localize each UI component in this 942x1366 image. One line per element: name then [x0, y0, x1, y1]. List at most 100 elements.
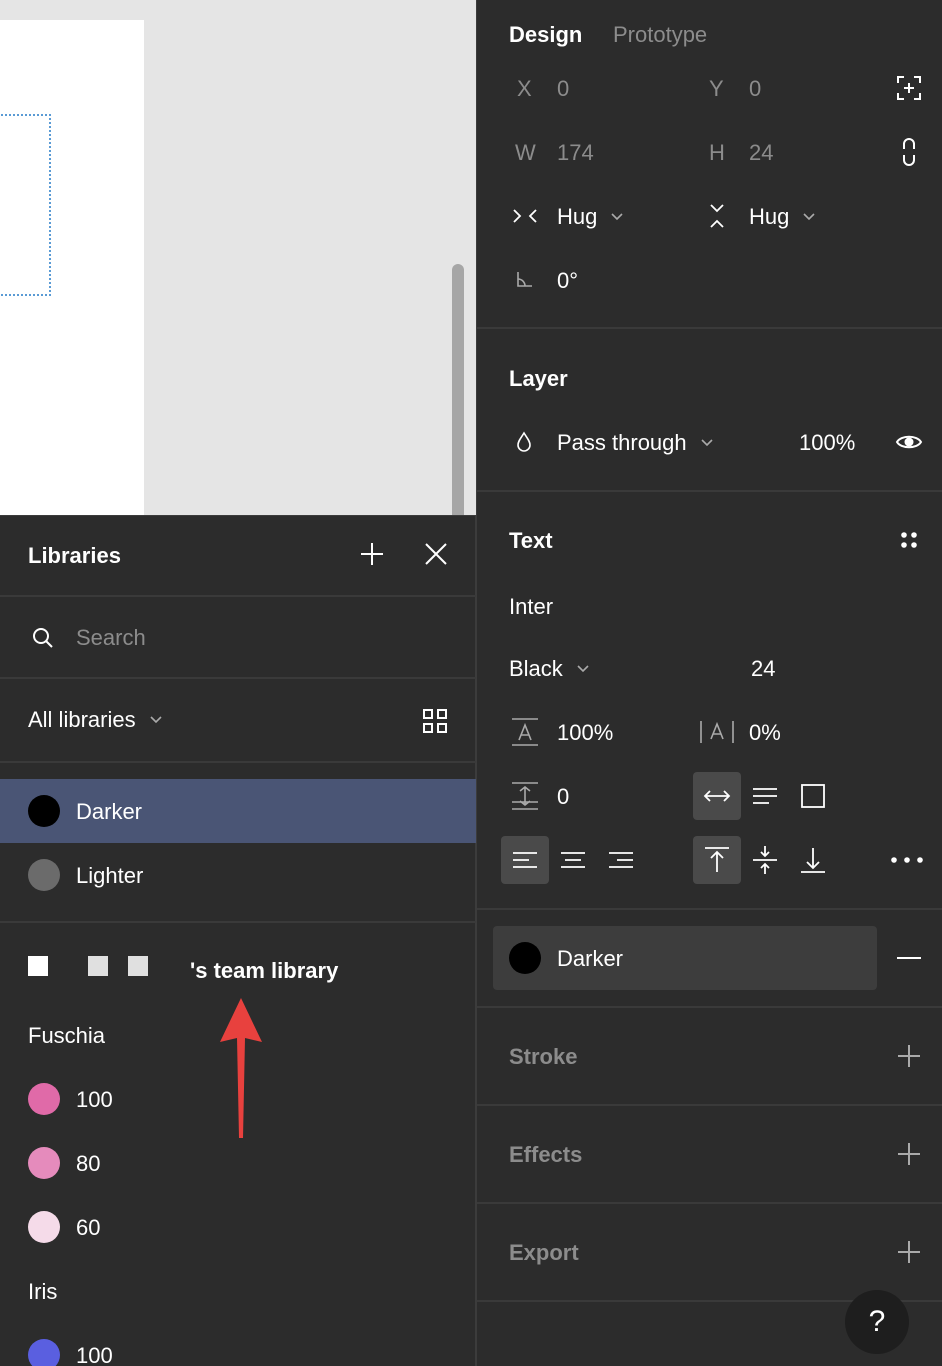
- font-family-select[interactable]: Inter: [509, 594, 553, 620]
- libraries-panel: Libraries Search All libraries Darker Li…: [0, 515, 476, 1366]
- width-mode-dropdown[interactable]: Hug: [557, 204, 623, 230]
- fixed-size-icon[interactable]: [789, 772, 837, 820]
- text-title: Text: [509, 528, 553, 553]
- auto-height-icon[interactable]: [741, 772, 789, 820]
- chevron-down-icon: [803, 213, 815, 221]
- grid-view-icon[interactable]: [420, 706, 450, 736]
- chevron-down-icon: [701, 439, 713, 447]
- paragraph-spacing-icon: [509, 780, 541, 812]
- group-label-fuschia: Fuschia: [28, 1023, 106, 1048]
- library-filter-dropdown[interactable]: All libraries: [28, 707, 162, 733]
- team-avatar: [128, 956, 148, 976]
- search-icon: [30, 625, 56, 651]
- align-center-icon[interactable]: [549, 836, 597, 884]
- style-label: 80: [76, 1151, 101, 1176]
- align-right-icon[interactable]: [597, 836, 645, 884]
- add-library-icon[interactable]: [358, 540, 386, 568]
- y-input[interactable]: 0: [749, 76, 761, 102]
- annotation-arrow-icon: [220, 998, 262, 1138]
- opacity-input[interactable]: 100%: [799, 430, 855, 456]
- blend-mode-icon: [513, 430, 535, 454]
- add-export-icon[interactable]: [895, 1238, 923, 1266]
- color-swatch: [28, 1339, 60, 1366]
- selection-box[interactable]: [0, 114, 51, 296]
- effects-title: Effects: [509, 1142, 583, 1167]
- fill-color-swatch: [509, 942, 541, 974]
- search-input[interactable]: Search: [76, 625, 146, 651]
- color-style-row[interactable]: 100: [0, 1323, 476, 1366]
- style-row-lighter[interactable]: Lighter: [0, 843, 476, 907]
- color-swatch: [28, 1211, 60, 1243]
- more-options-icon[interactable]: [889, 846, 925, 874]
- w-label: W: [515, 140, 536, 165]
- blend-mode-label: Pass through: [557, 430, 687, 455]
- search-field[interactable]: Search: [0, 597, 476, 677]
- tab-prototype[interactable]: Prototype: [613, 22, 707, 48]
- libraries-title: Libraries: [28, 543, 121, 568]
- auto-width-icon[interactable]: [693, 772, 741, 820]
- w-input[interactable]: 174: [557, 140, 594, 166]
- style-label: Lighter: [76, 863, 144, 888]
- horizontal-resizing-icon: [511, 204, 539, 228]
- width-mode-label: Hug: [557, 204, 598, 229]
- font-weight-label: Black: [509, 656, 563, 681]
- rotation-input[interactable]: 0°: [557, 268, 578, 294]
- y-label: Y: [709, 76, 724, 101]
- add-stroke-icon[interactable]: [895, 1042, 923, 1070]
- style-label: 100: [76, 1343, 113, 1366]
- h-label: H: [709, 140, 725, 165]
- font-weight-dropdown[interactable]: Black: [509, 656, 589, 682]
- letter-spacing-icon: [699, 716, 735, 748]
- team-library-title[interactable]: 's team library: [190, 958, 338, 984]
- style-row-darker[interactable]: Darker: [0, 779, 476, 843]
- font-size-input[interactable]: 24: [751, 656, 775, 682]
- fill-style-row[interactable]: Darker: [493, 926, 877, 990]
- paragraph-spacing-input[interactable]: 0: [557, 784, 569, 810]
- color-swatch: [28, 1083, 60, 1115]
- constrain-proportions-icon[interactable]: [897, 136, 921, 168]
- canvas[interactable]: [0, 0, 476, 515]
- color-style-row[interactable]: 60: [0, 1195, 476, 1259]
- design-panel: Design Prototype X 0 Y 0 W 174 H 24 Hug …: [476, 0, 942, 1366]
- add-effect-icon[interactable]: [895, 1140, 923, 1168]
- style-label: Darker: [76, 799, 143, 824]
- color-swatch: [28, 859, 60, 891]
- help-button[interactable]: ?: [845, 1290, 909, 1354]
- align-bottom-icon[interactable]: [789, 836, 837, 884]
- team-avatar: [88, 956, 108, 976]
- team-avatar: [28, 956, 48, 976]
- remove-fill-icon[interactable]: [895, 944, 923, 972]
- h-input[interactable]: 24: [749, 140, 773, 166]
- height-mode-label: Hug: [749, 204, 790, 229]
- layer-title: Layer: [509, 366, 568, 391]
- eye-icon[interactable]: [893, 428, 925, 456]
- vertical-resizing-icon: [705, 202, 729, 230]
- library-filter-label: All libraries: [28, 707, 136, 732]
- stroke-title: Stroke: [509, 1044, 578, 1069]
- tab-design[interactable]: Design: [509, 22, 582, 48]
- fill-style-name: Darker: [557, 946, 624, 971]
- align-left-icon[interactable]: [501, 836, 549, 884]
- blend-mode-dropdown[interactable]: Pass through: [557, 430, 713, 456]
- close-icon[interactable]: [422, 540, 450, 568]
- color-swatch: [28, 1147, 60, 1179]
- align-top-icon[interactable]: [693, 836, 741, 884]
- chevron-down-icon: [611, 213, 623, 221]
- style-label: 100: [76, 1087, 113, 1112]
- absolute-position-icon[interactable]: [895, 74, 923, 102]
- x-label: X: [517, 76, 532, 101]
- group-label-iris: Iris: [28, 1279, 58, 1304]
- x-input[interactable]: 0: [557, 76, 569, 102]
- align-middle-icon[interactable]: [741, 836, 789, 884]
- line-height-icon: [509, 716, 541, 748]
- color-swatch: [28, 795, 60, 827]
- canvas-scrollbar[interactable]: [452, 264, 464, 515]
- letter-spacing-input[interactable]: 0%: [749, 720, 781, 746]
- style-label: 60: [76, 1215, 101, 1240]
- line-height-input[interactable]: 100%: [557, 720, 613, 746]
- rotation-icon: [513, 268, 535, 290]
- text-styles-icon[interactable]: [895, 526, 923, 554]
- chevron-down-icon: [577, 665, 589, 673]
- chevron-down-icon: [150, 716, 162, 724]
- height-mode-dropdown[interactable]: Hug: [749, 204, 815, 230]
